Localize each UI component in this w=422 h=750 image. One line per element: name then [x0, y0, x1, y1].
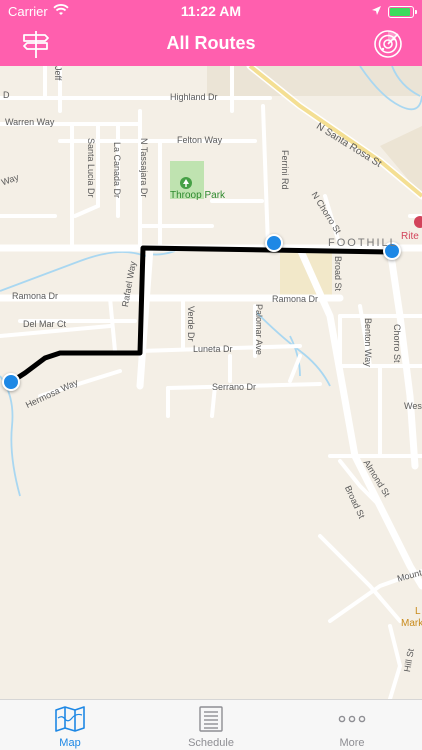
route-stop-marker[interactable]	[265, 234, 283, 252]
market-label: Mark	[401, 618, 422, 629]
street-label: Ferrini Rd	[280, 150, 290, 190]
route-map[interactable]: Highland Dr Warren Way Felton Way N Sant…	[0, 66, 422, 699]
park-pin-icon[interactable]	[180, 177, 192, 189]
street-label: Ramona Dr	[272, 294, 319, 304]
street-label: Verde Dr	[186, 306, 196, 342]
street-label: Broad St	[333, 256, 343, 292]
street-label: N Tassajara Dr	[139, 138, 149, 198]
street-label: Chorro St	[392, 324, 402, 363]
street-label: Wes	[404, 401, 422, 411]
page-title: All Routes	[166, 33, 256, 53]
tab-more-label: More	[339, 737, 365, 749]
creeks	[0, 66, 422, 497]
street-label: FOOTHILL	[328, 237, 398, 249]
street-label: Luneta Dr	[193, 344, 233, 354]
street-label: Highland Dr	[170, 92, 218, 102]
park-label: Throop Park	[170, 190, 226, 201]
more-icon	[336, 706, 368, 732]
store-pin-icon[interactable]	[414, 216, 422, 228]
street-label: D	[3, 90, 10, 100]
street-label: Serrano Dr	[212, 382, 257, 392]
tab-more[interactable]: More	[282, 700, 422, 750]
market-label: L	[415, 606, 421, 617]
street-label: Felton Way	[177, 135, 223, 145]
schedule-icon	[195, 706, 227, 732]
street-label: Benton Way	[363, 318, 373, 367]
street-label: Jeff	[53, 66, 63, 81]
poi-label: Rite	[401, 231, 419, 242]
battery-icon	[388, 5, 417, 18]
route-stop-marker[interactable]	[2, 373, 20, 391]
navigation-bar: All Routes	[0, 22, 422, 66]
street-label: Del Mar Ct	[23, 319, 67, 329]
tab-bar: Map Schedule More	[0, 699, 422, 750]
status-time: 11:22 AM	[180, 3, 242, 19]
street-label: Warren Way	[5, 117, 55, 127]
tab-map-label: Map	[59, 737, 81, 749]
street-label: La Canada Dr	[112, 142, 122, 199]
radar-icon[interactable]	[372, 28, 404, 60]
status-bar: Carrier 11:22 AM	[0, 0, 422, 22]
location-arrow-icon	[371, 4, 382, 19]
map-icon	[54, 706, 86, 732]
street-label: Santa Lucia Dr	[86, 138, 96, 198]
street-label: Ramona Dr	[12, 291, 59, 301]
tab-map[interactable]: Map	[0, 700, 140, 750]
tab-schedule[interactable]: Schedule	[141, 700, 281, 750]
status-right	[371, 4, 417, 19]
street-label: Palomar Ave	[254, 304, 264, 355]
tab-schedule-label: Schedule	[188, 737, 234, 749]
